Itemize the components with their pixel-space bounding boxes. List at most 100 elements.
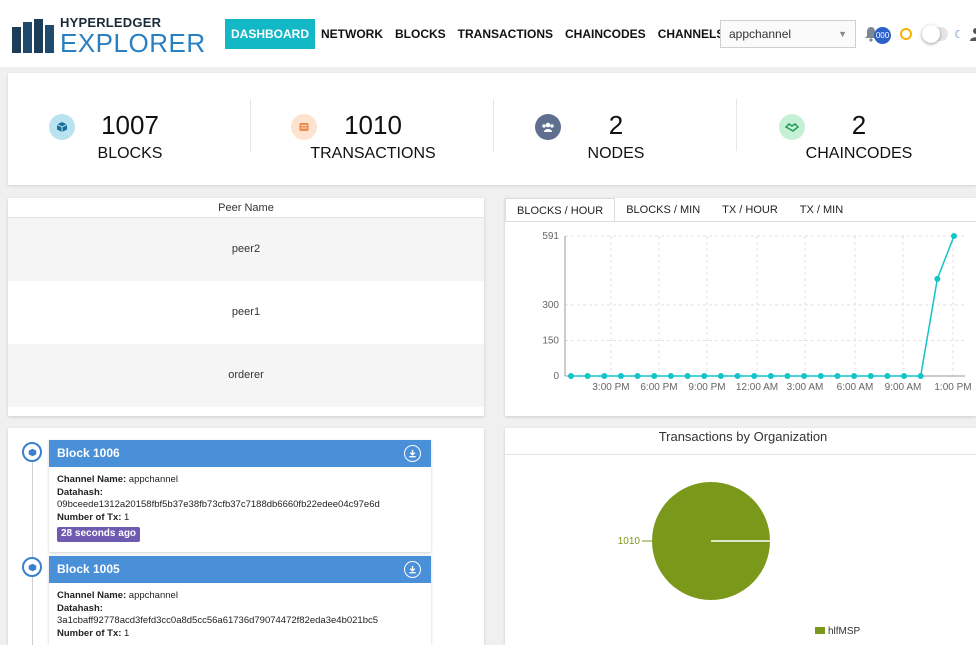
moon-icon: ☾ — [954, 28, 964, 41]
datahash-value: 3a1cbaff92778acd3fefd3cc0a8d5cc56a61736d… — [57, 615, 379, 626]
y-tick-label: 300 — [542, 300, 559, 311]
tab-blocks-hour[interactable]: BLOCKS / HOUR — [505, 198, 616, 222]
nav-network[interactable]: NETWORK — [315, 19, 389, 49]
stat-label: BLOCKS — [97, 145, 163, 162]
data-point — [817, 373, 824, 379]
stat-label: NODES — [587, 145, 645, 162]
nav-dashboard[interactable]: DASHBOARD — [225, 19, 315, 49]
stat-blocks: 1007 BLOCKS — [8, 73, 250, 185]
peer-table: Peer Name peer2 peer1 orderer — [8, 198, 484, 416]
ntx-label: Number of Tx: — [57, 511, 122, 523]
y-tick-label: 591 — [542, 231, 559, 242]
data-point — [834, 373, 841, 379]
notification-badge: 000 — [874, 27, 891, 44]
tab-blocks-min[interactable]: BLOCKS / MIN — [615, 198, 711, 222]
notifications-button[interactable]: 000 — [864, 25, 891, 44]
table-row[interactable]: peer1 — [8, 281, 484, 344]
app-root: HYPERLEDGER EXPLORER DASHBOARD NETWORK B… — [0, 0, 976, 645]
data-point — [651, 373, 658, 379]
sun-icon[interactable] — [900, 28, 912, 40]
hyperledger-logo[interactable]: HYPERLEDGER EXPLORER — [12, 14, 206, 58]
data-point — [867, 373, 874, 379]
x-tick-label: 12:00 AM — [736, 382, 778, 393]
time-badge: 28 seconds ago — [57, 527, 141, 542]
data-point — [634, 373, 641, 379]
tx-by-org-panel: Transactions by Organization 1010 hlfMSP — [505, 428, 976, 645]
data-point — [884, 373, 891, 379]
stat-chaincodes: 2 CHAINCODES — [734, 73, 976, 185]
data-point — [601, 373, 608, 379]
stat-value: 1010 — [344, 110, 402, 140]
block-timeline: Block 1006 Channel Name: appchannel Data… — [8, 428, 484, 645]
data-point — [784, 373, 791, 379]
block-card[interactable]: Block 1006 Channel Name: appchannel Data… — [49, 440, 431, 552]
data-point — [667, 373, 674, 379]
channel-select[interactable]: appchannel ▼ — [720, 20, 856, 48]
peer-table-header[interactable]: Peer Name — [8, 198, 484, 218]
channel-select-value: appchannel — [729, 27, 792, 41]
table-row[interactable]: orderer — [8, 344, 484, 407]
chevron-down-icon: ▼ — [838, 29, 847, 39]
data-point — [767, 373, 774, 379]
nav-chaincodes[interactable]: CHAINCODES — [559, 19, 652, 49]
theme-toggle[interactable] — [922, 25, 948, 43]
stat-value: 2 — [608, 110, 624, 140]
cube-icon — [22, 557, 42, 577]
ntx-value: 1 — [124, 511, 130, 523]
channel-name-value: appchannel — [128, 474, 178, 485]
y-tick-label: 0 — [553, 371, 559, 382]
x-tick-label: 1:00 PM — [934, 382, 971, 393]
data-point — [901, 373, 908, 379]
top-header: HYPERLEDGER EXPLORER DASHBOARD NETWORK B… — [0, 0, 976, 67]
tx-by-org-pie-chart: 1010 hlfMSP — [618, 482, 861, 637]
x-tick-label: 3:00 PM — [592, 382, 629, 393]
chart-tabs: BLOCKS / HOUR BLOCKS / MIN TX / HOUR TX … — [505, 198, 854, 222]
stat-value: 2 — [851, 110, 867, 140]
data-point — [584, 373, 591, 379]
logo-mark-icon — [12, 19, 54, 53]
x-tick-label: 6:00 AM — [837, 382, 874, 393]
handshake-icon — [779, 114, 805, 140]
x-tick-label: 9:00 AM — [885, 382, 922, 393]
data-point — [851, 373, 858, 379]
legend-swatch — [815, 627, 825, 634]
datahash-label: Datahash: — [57, 602, 103, 614]
data-point — [951, 233, 957, 239]
ntx-label: Number of Tx: — [57, 627, 122, 639]
receipt-icon — [291, 114, 317, 140]
logo-bottom-text: EXPLORER — [60, 28, 206, 58]
tab-tx-hour[interactable]: TX / HOUR — [711, 198, 789, 222]
stat-label: CHAINCODES — [805, 145, 913, 162]
channel-name-value: appchannel — [128, 590, 178, 601]
nav-blocks[interactable]: BLOCKS — [389, 19, 452, 49]
download-icon[interactable] — [404, 561, 421, 578]
table-row[interactable]: peer2 — [8, 218, 484, 281]
tab-tx-min[interactable]: TX / MIN — [789, 198, 854, 222]
cube-icon — [49, 114, 75, 140]
timeline-line — [32, 458, 33, 645]
nav-transactions[interactable]: TRANSACTIONS — [452, 19, 559, 49]
nav-channels[interactable]: CHANNELS — [652, 19, 731, 49]
channel-name-label: Channel Name: — [57, 590, 127, 601]
data-point — [617, 373, 624, 379]
stat-value: 1007 — [101, 110, 159, 140]
legend-label: hlfMSP — [828, 626, 861, 637]
data-point — [684, 373, 691, 379]
user-icon[interactable] — [969, 27, 976, 41]
cube-icon — [22, 442, 42, 462]
download-icon[interactable] — [404, 445, 421, 462]
data-point — [801, 373, 808, 379]
stat-label: TRANSACTIONS — [310, 145, 436, 162]
datahash-value: 09bceede1312a20158fbf5b37e38fb73cfb37c71… — [57, 499, 380, 510]
main-nav: DASHBOARD NETWORK BLOCKS TRANSACTIONS CH… — [225, 19, 730, 49]
block-card[interactable]: Block 1005 Channel Name: appchannel Data… — [49, 556, 431, 645]
block-title: Block 1006 — [57, 446, 120, 460]
header-icons: 000 ☾ — [864, 22, 976, 46]
data-point — [717, 373, 724, 379]
data-point — [934, 275, 941, 282]
stat-transactions: 1010 TRANSACTIONS — [250, 73, 492, 185]
x-tick-label: 6:00 PM — [640, 382, 677, 393]
data-point — [917, 373, 924, 379]
users-icon — [535, 114, 561, 140]
data-point — [751, 373, 758, 379]
